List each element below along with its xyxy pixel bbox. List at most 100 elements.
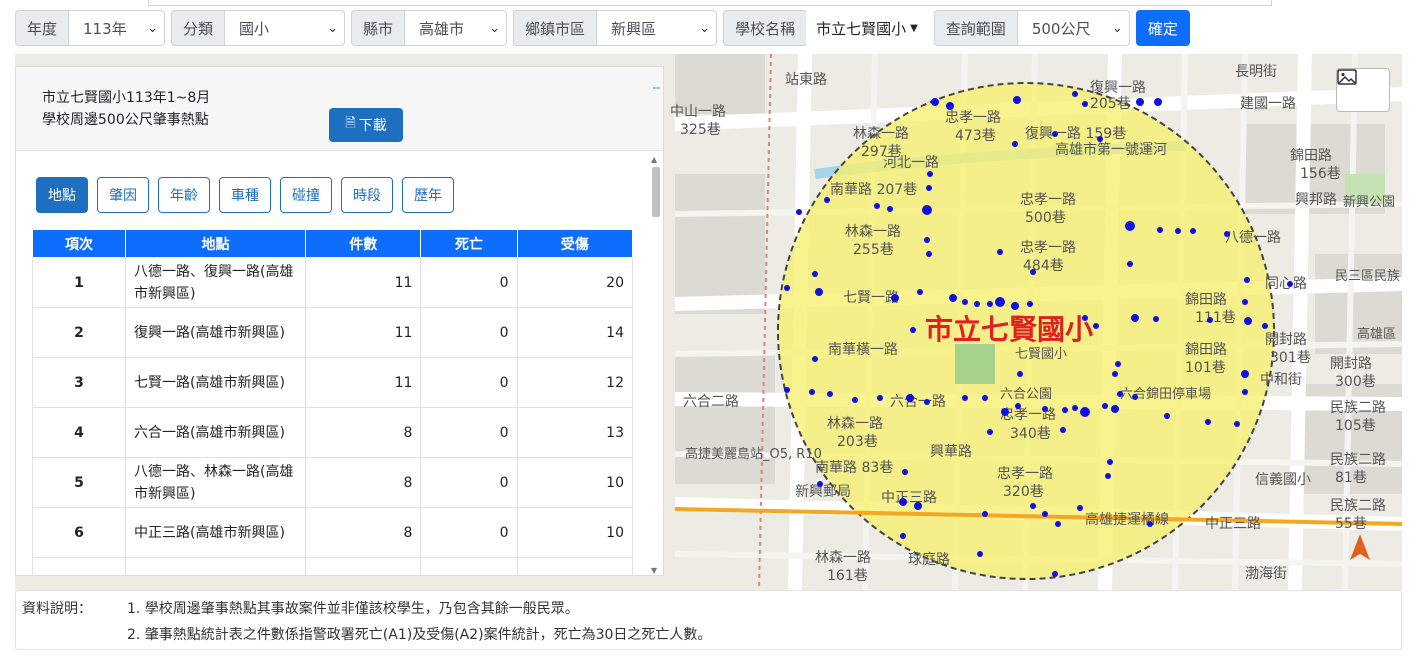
- cell-injury: 12: [516, 357, 633, 408]
- top-strip: [148, 0, 1272, 6]
- tab-time[interactable]: 時段: [341, 177, 393, 213]
- table-row: 7 六合一路、林森一路: [32, 557, 633, 575]
- category-select-value: 國小: [239, 19, 270, 38]
- map-label: 473巷: [955, 128, 996, 144]
- cell-location: 復興一路(高雄市新興區): [125, 307, 306, 358]
- map-label: 民族二路: [1330, 400, 1386, 416]
- range-select-value: 500公尺: [1031, 19, 1091, 38]
- scroll-down-icon[interactable]: ▼: [651, 566, 657, 575]
- map-label: 55巷: [1335, 516, 1367, 532]
- map-label: 民族二路: [1330, 452, 1386, 468]
- filter-range: 查詢範圍 500公尺 ⌄: [933, 10, 1130, 46]
- tab-history[interactable]: 歷年: [402, 177, 454, 213]
- map-label: 興華路: [930, 444, 972, 460]
- tab-vehicle[interactable]: 車種: [219, 177, 271, 213]
- map-label: 長明街: [1235, 64, 1277, 80]
- city-select-value: 高雄市: [419, 19, 465, 38]
- map-label: 南華路 207巷: [830, 182, 917, 198]
- map-label: 300巷: [1335, 374, 1376, 390]
- map-label: 205巷: [1090, 96, 1131, 112]
- panel-title-line2: 學校周邊500公尺肇事熱點: [42, 112, 209, 128]
- cell-injury: 20: [516, 257, 633, 308]
- filter-district: 鄉鎮市區 新興區 ⌄: [513, 10, 718, 46]
- cell-no: 5: [32, 457, 126, 508]
- download-icon: 🗎: [345, 116, 356, 131]
- cell-location: 中正三路(高雄市新興區): [125, 507, 306, 558]
- map-label: 球庭路: [908, 551, 950, 568]
- image-icon: [1337, 69, 1357, 85]
- filter-range-label: 查詢範圍: [933, 10, 1017, 46]
- map-label: 忠孝一路: [997, 466, 1053, 482]
- confirm-button[interactable]: 確定: [1135, 10, 1190, 46]
- tab-cause[interactable]: 肇因: [97, 177, 149, 213]
- cell-injury: 14: [516, 307, 633, 358]
- map-label: 161巷: [827, 568, 868, 584]
- school-select[interactable]: 市立七賢國小 ▼: [806, 10, 928, 46]
- chevron-down-icon: ⌄: [489, 20, 501, 36]
- stats-panel: 市立七賢國小113年1~8月 學校周邊500公尺肇事熱點 🗎 下載 ┄ 地點 肇…: [15, 66, 664, 576]
- map-label: 六合一路: [890, 394, 946, 410]
- map-label: 河北一路: [883, 155, 939, 171]
- year-select[interactable]: 113年 ⌄: [68, 10, 166, 46]
- map-label: 六合公園: [1000, 387, 1052, 402]
- map-label: 高雄區: [1357, 326, 1396, 342]
- cell-no: 3: [32, 357, 126, 408]
- col-death: 死亡: [420, 229, 518, 258]
- cell-count: 8: [304, 507, 422, 558]
- tab-age[interactable]: 年齡: [158, 177, 210, 213]
- cell-death: 0: [420, 307, 518, 358]
- category-select[interactable]: 國小 ⌄: [224, 10, 346, 46]
- map-label: 81巷: [1335, 470, 1367, 486]
- map-image-button[interactable]: [1336, 68, 1390, 112]
- cell-count: 8: [304, 407, 422, 458]
- district-select[interactable]: 新興區 ⌄: [596, 10, 718, 46]
- map-label: 111巷: [1195, 310, 1236, 326]
- map-label: 八德一路: [1225, 230, 1281, 246]
- filter-year-label: 年度: [15, 10, 69, 46]
- scrollbar-thumb[interactable]: [652, 167, 660, 217]
- map-label: 林森一路: [845, 224, 901, 240]
- cell-injury: 10: [516, 507, 633, 558]
- panel-header: 市立七賢國小113年1~8月 學校周邊500公尺肇事熱點 🗎 下載 ┄: [16, 67, 663, 151]
- filter-school: 學校名稱 市立七賢國小 ▼: [723, 10, 928, 46]
- map-label: 高雄捷運橘線: [1085, 511, 1169, 528]
- col-count: 件數: [304, 229, 422, 258]
- cell-no: 4: [32, 407, 126, 458]
- cell-death: 0: [420, 407, 518, 458]
- panel-scrollbar[interactable]: ▲ ▼: [650, 155, 662, 575]
- cell-no: 6: [32, 507, 126, 558]
- panel-title: 市立七賢國小113年1~8月 學校周邊500公尺肇事熱點: [42, 87, 210, 131]
- tab-collision[interactable]: 碰撞: [280, 177, 332, 213]
- map-label: 復興一路: [1090, 79, 1146, 96]
- cell-count: 11: [304, 307, 422, 358]
- map-label: 中正三路: [1205, 516, 1261, 532]
- map-label: 建國一路: [1240, 96, 1296, 112]
- notes-line1: 1. 學校周邊肇事熱點其事故案件並非僅該校學生，乃包含其餘一般民眾。: [127, 601, 579, 617]
- col-location: 地點: [125, 229, 306, 258]
- table-row: 2 復興一路(高雄市新興區) 11 0 14: [32, 307, 633, 358]
- filter-category: 分類 國小 ⌄: [171, 10, 346, 46]
- scroll-up-icon[interactable]: ▲: [651, 155, 657, 164]
- map-label: 開封路: [1265, 332, 1307, 348]
- cell-location: 六合一路(高雄市新興區): [125, 407, 306, 458]
- map-label: 高雄市第一號運河: [1055, 141, 1167, 158]
- map-label: 新興郵局: [795, 484, 851, 500]
- map-label: 忠孝一路: [945, 110, 1001, 126]
- download-button[interactable]: 🗎 下載: [329, 108, 403, 142]
- city-select[interactable]: 高雄市 ⌄: [404, 10, 508, 46]
- map-label: 渤海街: [1245, 566, 1287, 582]
- range-select[interactable]: 500公尺 ⌄: [1016, 10, 1130, 46]
- map-label: 101巷: [1185, 360, 1226, 376]
- map-label: 500巷: [1025, 210, 1066, 226]
- collapse-icon[interactable]: ┄: [653, 81, 660, 95]
- map-label: 開封路: [1330, 356, 1372, 372]
- tab-location[interactable]: 地點: [36, 177, 88, 213]
- table-row: 5 八德一路、林森一路(高雄市新興區) 8 0 10: [32, 457, 633, 508]
- panel-tabs: 地點 肇因 年齡 車種 碰撞 時段 歷年: [36, 177, 463, 213]
- chevron-down-icon: ⌄: [699, 20, 711, 36]
- map-label: 新興公園: [1343, 194, 1395, 210]
- cell-no: 1: [32, 257, 126, 308]
- map-label: 錦田路: [1185, 291, 1227, 308]
- cell-location: 八德一路、林森一路(高雄市新興區): [125, 457, 306, 508]
- map-label: 325巷: [680, 122, 721, 138]
